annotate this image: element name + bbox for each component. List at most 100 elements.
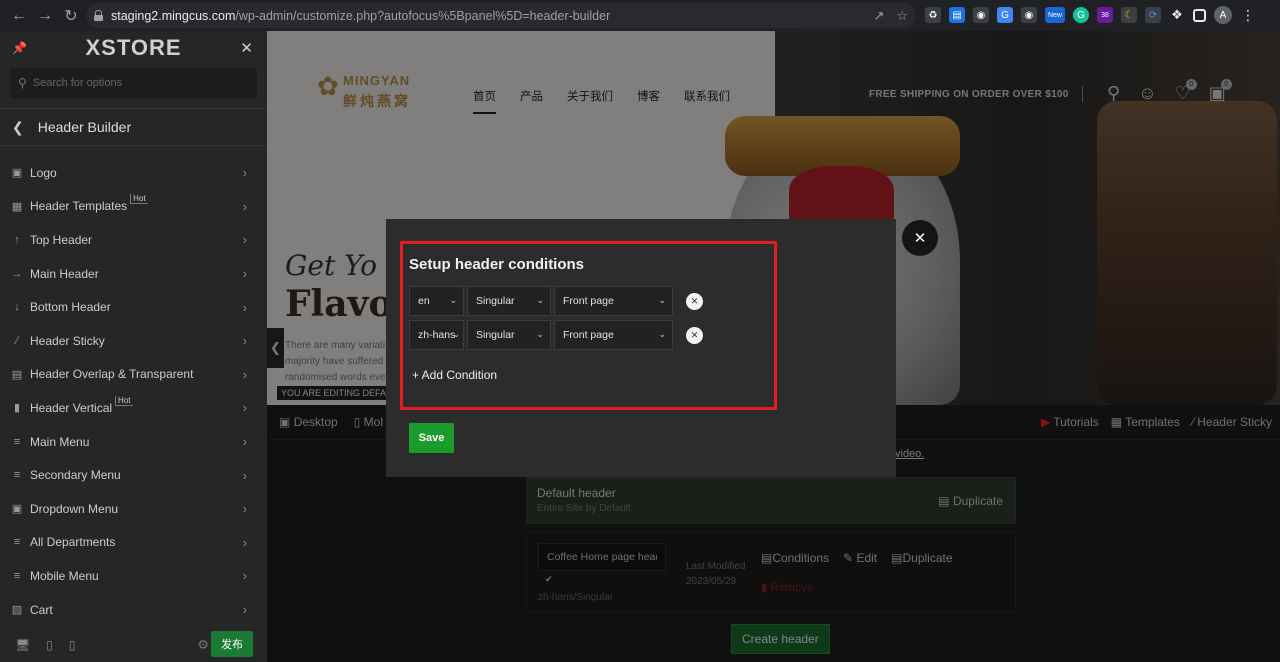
- language-select[interactable]: en ⌄: [409, 286, 464, 316]
- add-condition-button[interactable]: + Add Condition: [412, 368, 497, 382]
- sidebar-item-label: Bottom Header: [30, 300, 111, 315]
- type-select[interactable]: Singular ⌄: [467, 320, 551, 350]
- sidebar-item-label: Mobile Menu: [30, 568, 99, 583]
- sidebar-item-secondary-menu[interactable]: ≡ Secondary Menu ›: [0, 458, 267, 492]
- customizer-sidebar: 📌 XSTORE ✕ ⚲ ❮ Header Builder ▣ Logo › ▦ He…: [0, 31, 267, 662]
- gear-icon[interactable]: ⚙: [197, 637, 209, 653]
- reload-icon[interactable]: ↻: [58, 3, 84, 29]
- chevron-down-icon: ⌄: [536, 329, 544, 339]
- url-path: /wp-admin/customize.php?autofocus%5Bpane…: [235, 8, 611, 23]
- browser-toolbar: ← → ↻ staging2.mingcus.com/wp-admin/cust…: [0, 0, 1280, 31]
- pin-icon[interactable]: 📌: [12, 41, 27, 55]
- panel-title: Header Builder: [37, 119, 132, 135]
- sidebar-item-header-vertical[interactable]: ▮ Header Vertical Hot ›: [0, 391, 267, 425]
- condition-row: en ⌄ Singular ⌄ Front page ⌄ ✕: [409, 286, 703, 316]
- chevron-right-icon: ›: [242, 165, 247, 181]
- chevron-right-icon: ›: [242, 299, 247, 315]
- sidebar-item-dropdown-menu[interactable]: ▣ Dropdown Menu ›: [0, 492, 267, 526]
- sidebar-item-label: Header Sticky: [30, 333, 105, 348]
- doc-ext-icon[interactable]: ▤: [949, 7, 965, 23]
- menu-icon: ≡: [13, 435, 21, 448]
- sidebar-item-label: All Departments: [30, 535, 116, 550]
- close-icon: ✕: [690, 295, 699, 306]
- moon-icon[interactable]: ☾: [1121, 7, 1137, 23]
- sidebar-item-label: Main Menu: [30, 434, 90, 449]
- arrow-up-icon: ↑: [14, 233, 20, 246]
- panel-header: ❮ Header Builder: [0, 108, 267, 146]
- tablet-icon[interactable]: ▯: [46, 638, 53, 652]
- language-value: en: [418, 295, 430, 307]
- sidebar-item-header-overlap[interactable]: ▤ Header Overlap & Transparent ›: [0, 358, 267, 392]
- camera-icon[interactable]: ◉: [1021, 7, 1037, 23]
- desktop-icon[interactable]: 🖥: [15, 638, 30, 652]
- sync-icon[interactable]: ⟳: [1145, 7, 1161, 23]
- chevron-left-icon[interactable]: ❮: [12, 119, 24, 136]
- chevron-right-icon: ›: [242, 232, 247, 248]
- new-ext-icon[interactable]: New: [1045, 7, 1065, 23]
- publish-button[interactable]: 发布: [211, 631, 253, 657]
- sidepanel-icon[interactable]: [1193, 8, 1206, 22]
- search-input[interactable]: [32, 77, 253, 89]
- page-select[interactable]: Front page ⌄: [554, 320, 673, 350]
- grammarly-icon[interactable]: G: [1073, 7, 1089, 23]
- sidebar-item-label: Logo: [30, 165, 57, 180]
- share-icon[interactable]: ↗: [873, 8, 884, 24]
- language-value: zh-hans: [418, 329, 456, 341]
- chevron-right-icon: ›: [242, 400, 247, 416]
- sidebar-item-all-departments[interactable]: ≡ All Departments ›: [0, 526, 267, 560]
- arrow-down-icon: ↓: [14, 301, 20, 314]
- chevron-right-icon: ›: [242, 568, 247, 584]
- save-button[interactable]: Save: [409, 423, 454, 453]
- translate-icon[interactable]: G: [997, 7, 1013, 23]
- sidebar-item-header-sticky[interactable]: ∕ Header Sticky ›: [0, 324, 267, 358]
- sidebar-item-header-templates[interactable]: ▦ Header Templates Hot ›: [0, 190, 267, 224]
- chevron-right-icon: ›: [242, 198, 247, 214]
- language-select[interactable]: zh-hans ⌄: [409, 320, 464, 350]
- modal-title: Setup header conditions: [409, 256, 585, 273]
- mobile-icon[interactable]: ▯: [69, 638, 76, 652]
- more-icon[interactable]: ⋮: [1240, 7, 1256, 23]
- avatar[interactable]: A: [1214, 6, 1232, 24]
- chevron-right-icon: ›: [242, 602, 247, 618]
- chevron-right-icon: ›: [242, 366, 247, 382]
- recycle-icon[interactable]: ♻: [925, 7, 941, 23]
- page-value: Front page: [563, 329, 614, 341]
- close-icon: ✕: [913, 230, 927, 247]
- url-host: staging2.mingcus.com: [111, 8, 236, 23]
- sidebar-item-bottom-header[interactable]: ↓ Bottom Header ›: [0, 290, 267, 324]
- sidebar-item-top-header[interactable]: ↑ Top Header ›: [0, 223, 267, 257]
- sidebar-item-cart[interactable]: ▨ Cart ›: [0, 593, 267, 627]
- page-select[interactable]: Front page ⌄: [554, 286, 673, 316]
- sidebar-menu: ▣ Logo › ▦ Header Templates Hot › ↑ Top Header…: [0, 156, 267, 626]
- search-box: ⚲: [10, 68, 257, 98]
- address-bar[interactable]: staging2.mingcus.com/wp-admin/customize.…: [86, 3, 916, 28]
- chevron-down-icon: ⌄: [452, 329, 460, 339]
- chevron-down-icon: ⌄: [536, 295, 544, 305]
- back-arrow-icon[interactable]: ←: [6, 3, 32, 29]
- menu-icon: ≡: [13, 536, 21, 549]
- chevron-down-icon: ⌄: [658, 329, 666, 339]
- sidebar-item-label: Dropdown Menu: [30, 501, 119, 516]
- type-select[interactable]: Singular ⌄: [467, 286, 551, 316]
- close-icon[interactable]: ✕: [240, 39, 253, 57]
- globe-icon[interactable]: ◉: [973, 7, 989, 23]
- dropdown-icon: ▣: [11, 503, 23, 516]
- grid-icon: ▦: [11, 200, 23, 213]
- forward-arrow-icon[interactable]: →: [32, 3, 58, 29]
- lock-icon: [94, 10, 103, 21]
- sidebar-item-main-menu[interactable]: ≡ Main Menu ›: [0, 425, 267, 459]
- menu-icon: ≡: [13, 469, 21, 482]
- vertical-icon: ▮: [13, 402, 21, 415]
- remove-condition-button[interactable]: ✕: [686, 292, 703, 310]
- xstore-logo: XSTORE: [85, 35, 182, 60]
- star-icon[interactable]: ☆: [896, 8, 908, 24]
- sidebar-item-logo[interactable]: ▣ Logo ›: [0, 156, 267, 190]
- chevron-right-icon: ›: [242, 501, 247, 517]
- sidebar-item-main-header[interactable]: → Main Header ›: [0, 257, 267, 291]
- sidebar-item-mobile-menu[interactable]: ≡ Mobile Menu ›: [0, 559, 267, 593]
- remove-condition-button[interactable]: ✕: [686, 326, 703, 344]
- counter-ext-icon[interactable]: 38: [1097, 7, 1113, 23]
- chevron-right-icon: ›: [242, 534, 247, 550]
- puzzle-icon[interactable]: ❖: [1169, 7, 1185, 23]
- close-modal-button[interactable]: ✕: [902, 220, 938, 256]
